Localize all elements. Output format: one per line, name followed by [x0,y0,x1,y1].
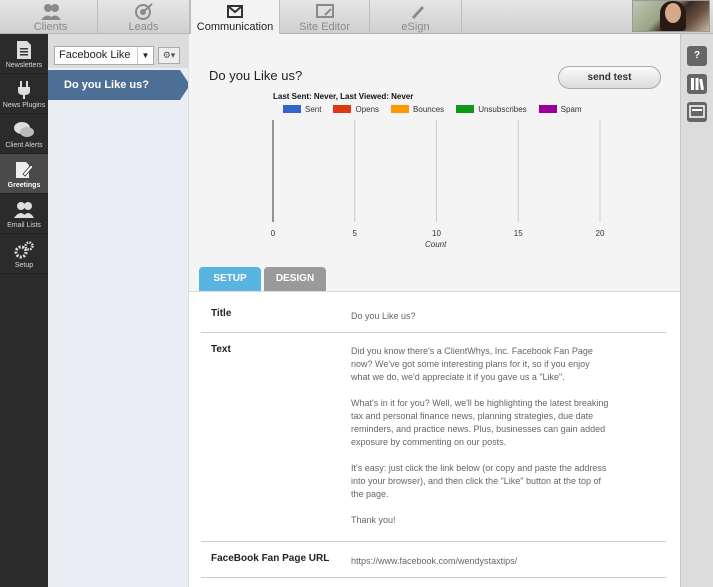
item-list-panel: Facebook Like ▼ ⚙▾ Do you Like us? [48,34,190,587]
nav-item-email-lists[interactable]: Email Lists [0,194,48,234]
chart-tick-label: 20 [596,229,605,238]
url-label: FaceBook Fan Page URL [211,553,330,564]
setup-form: Title Do you Like us? Text Did you know … [189,291,681,587]
last-sent-info: Last Sent: Never, Last Viewed: Never [273,92,414,101]
left-nav: Newsletters News Plugins Client Alerts G… [0,34,48,587]
site-editor-icon [315,4,334,18]
email-lists-icon [14,202,34,218]
legend-swatch [283,105,301,113]
avatar[interactable] [632,0,710,32]
form-row-title: Title Do you Like us? [201,292,666,333]
legend-swatch [538,105,557,113]
legend-label: Opens [355,105,380,114]
legend-item: Bounces [391,105,444,114]
tab-leads[interactable]: Leads [98,0,190,34]
newsletter-icon [17,41,31,59]
help-icon[interactable]: ? [687,46,707,66]
legend-item: Spam [538,105,582,114]
list-item[interactable]: Do you Like us? [48,70,190,100]
legend-label: Spam [560,105,582,114]
list-filter-row: Facebook Like ▼ ⚙▾ [48,34,188,68]
tab-esign-label: eSign [401,21,430,33]
form-row-url: FaceBook Fan Page URL https://www.facebo… [201,543,666,578]
nav-item-label: News Plugins [2,102,46,109]
gear-menu-button[interactable]: ⚙▾ [158,47,180,64]
tab-design[interactable]: DESIGN [264,267,326,291]
top-tab-bar: Clients Leads Communication Site Editor … [0,0,713,36]
text-paragraph: It's easy: just click the link below (or… [351,463,607,499]
right-toolbar: ? [680,34,713,587]
nav-item-greetings[interactable]: Greetings [0,154,48,194]
nav-item-client-alerts[interactable]: Client Alerts [0,114,48,154]
nav-item-label: Greetings [7,182,41,189]
tab-communication[interactable]: Communication [190,0,280,36]
communication-icon [227,5,243,18]
legend-item: Unsubscribes [456,105,527,114]
nav-item-label: Email Lists [7,222,41,229]
chart-tick-label: 5 [353,229,358,238]
leads-icon [134,3,153,20]
nav-item-label: Newsletters [5,62,43,69]
library-icon[interactable] [687,74,707,94]
chart-tick-label: 10 [432,229,441,238]
legend-label: Unsubscribes [478,105,527,114]
title-value[interactable]: Do you Like us? [351,310,609,323]
chart-tick-label: 0 [271,229,276,238]
plugin-icon [18,81,30,99]
chevron-down-icon: ▼ [137,47,153,64]
text-value[interactable]: Did you know there's a ClientWhys, Inc. … [351,345,609,540]
legend-label: Bounces [413,105,445,114]
chart-tick-label: 15 [514,229,523,238]
tab-setup[interactable]: SETUP [199,267,261,297]
url-value[interactable]: https://www.facebook.com/wendystaxtips/ [351,555,609,568]
greetings-icon [16,162,34,178]
page-title: Do you Like us? [209,68,303,83]
text-paragraph: What's in it for you? Well, we'll be hig… [351,398,609,447]
send-test-button[interactable]: send test [558,66,661,89]
stats-chart: 0 5 10 15 20 [271,120,605,238]
main-panel: Do you Like us? send test Last Sent: Nev… [188,34,681,587]
nav-item-newsletters[interactable]: Newsletters [0,34,48,74]
nav-item-label: Client Alerts [5,142,43,149]
tab-communication-label: Communication [196,21,274,33]
legend-item: Opens [333,105,379,114]
list-type-select-value: Facebook Like [59,49,131,61]
text-paragraph: Did you know there's a ClientWhys, Inc. … [351,346,593,382]
tab-clients[interactable]: Clients [4,0,98,34]
esign-icon [411,6,424,19]
nav-item-label: Setup [14,262,34,269]
alerts-icon [14,122,34,137]
preview-icon[interactable] [687,102,707,122]
text-label: Text [211,344,231,355]
tab-leads-label: Leads [128,21,159,33]
tab-site-editor-label: Site Editor [299,21,350,33]
text-paragraph: Thank you! [351,515,396,525]
legend-swatch [456,105,475,113]
tab-esign[interactable]: eSign [370,0,462,34]
chart-x-axis-label: Count [425,240,447,249]
legend-item: Sent [283,105,321,114]
clients-icon [40,4,61,20]
setup-icon [14,241,34,259]
form-row-text: Text Did you know there's a ClientWhys, … [201,334,666,542]
tab-site-editor[interactable]: Site Editor [280,0,370,34]
chart-legend: Sent Opens Bounces Unsubscribes Spam [283,105,594,114]
title-label: Title [211,308,232,319]
legend-label: Sent [305,105,322,114]
list-item-label: Do you Like us? [64,79,149,91]
nav-item-news-plugins[interactable]: News Plugins [0,74,48,114]
legend-swatch [391,105,410,113]
legend-swatch [333,105,352,113]
list-type-select[interactable]: Facebook Like ▼ [54,46,154,65]
nav-item-setup[interactable]: Setup [0,234,48,274]
tab-clients-label: Clients [33,21,68,33]
